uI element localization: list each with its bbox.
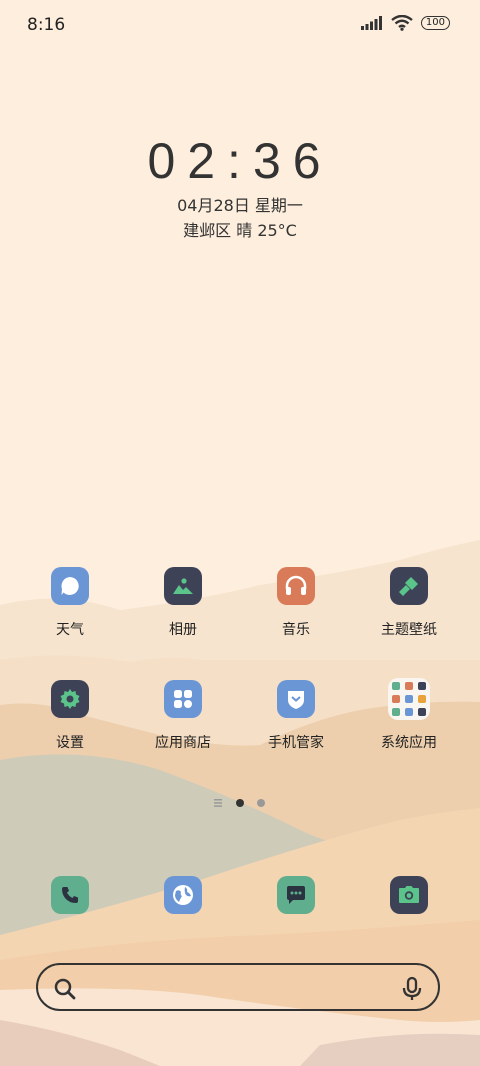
mini-app-icon — [418, 708, 426, 716]
list-icon — [214, 799, 222, 807]
music-icon — [277, 567, 315, 605]
weather-icon — [51, 567, 89, 605]
phone-manager-icon — [277, 680, 315, 718]
messages-icon — [277, 876, 315, 914]
theme-icon — [390, 567, 428, 605]
page-dot-active — [236, 799, 244, 807]
dock-browser[interactable] — [133, 876, 233, 914]
app-phone-manager[interactable]: 手机管家 — [246, 680, 346, 752]
app-label: 主题壁纸 — [381, 622, 437, 638]
app-label: 相册 — [169, 622, 197, 638]
app-weather[interactable]: 天气 — [20, 567, 120, 639]
app-label: 系统应用 — [381, 735, 437, 751]
dock-camera[interactable] — [359, 876, 459, 914]
settings-icon — [51, 680, 89, 718]
mini-app-icon — [392, 695, 400, 703]
clock-time[interactable]: 02:36 — [0, 132, 480, 190]
app-store-icon — [164, 680, 202, 718]
mini-app-icon — [405, 708, 413, 716]
clock-weather: 建邺区 晴 25°C — [183, 221, 297, 240]
mini-app-icon — [405, 695, 413, 703]
mini-app-icon — [405, 682, 413, 690]
dock-phone[interactable] — [20, 876, 120, 914]
app-label: 手机管家 — [268, 735, 324, 751]
search-bar[interactable] — [36, 963, 440, 1011]
search-icon[interactable] — [53, 977, 77, 1001]
app-label: 应用商店 — [155, 735, 211, 751]
mini-app-icon — [392, 708, 400, 716]
mini-app-icon — [392, 682, 400, 690]
app-label: 天气 — [56, 622, 84, 638]
app-label: 音乐 — [282, 622, 310, 638]
clock-date: 04月28日 星期一 — [177, 196, 303, 215]
wifi-icon — [391, 15, 413, 31]
microphone-icon[interactable] — [402, 976, 422, 1002]
folder-icon — [388, 678, 430, 720]
signal-icon — [360, 16, 382, 30]
dock-messages[interactable] — [246, 876, 346, 914]
camera-icon — [390, 876, 428, 914]
status-time: 8:16 — [27, 15, 66, 35]
app-themes[interactable]: 主题壁纸 — [359, 567, 459, 639]
gallery-icon — [164, 567, 202, 605]
page-indicator[interactable] — [0, 796, 480, 810]
status-bar: 8:16 100 — [0, 0, 480, 50]
browser-icon — [164, 876, 202, 914]
app-store[interactable]: 应用商店 — [133, 680, 233, 752]
phone-icon — [51, 876, 89, 914]
app-music[interactable]: 音乐 — [246, 567, 346, 639]
app-settings[interactable]: 设置 — [20, 680, 120, 752]
mini-app-icon — [418, 682, 426, 690]
mini-app-icon — [418, 695, 426, 703]
app-system-folder[interactable]: 系统应用 — [359, 678, 459, 752]
app-gallery[interactable]: 相册 — [133, 567, 233, 639]
page-dot — [257, 799, 265, 807]
app-label: 设置 — [56, 735, 84, 751]
battery-icon: 100 — [420, 16, 450, 30]
